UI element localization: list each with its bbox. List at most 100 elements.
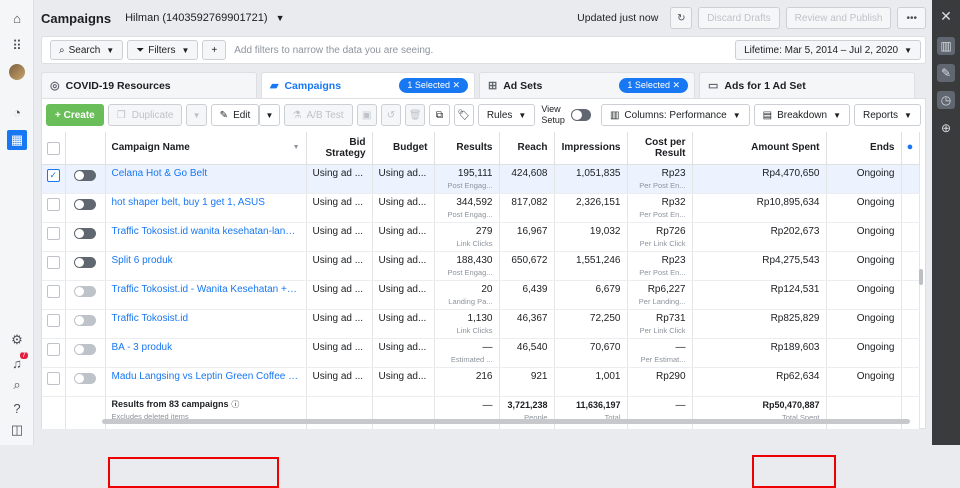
date-range-button[interactable]: Lifetime: Mar 5, 2014 – Jul 2, 2020 ▼ <box>735 40 921 60</box>
table-row[interactable]: Traffic Tokosist.id wanita kesehatan-lan… <box>42 222 920 252</box>
campaign-name-link[interactable]: Traffic Tokosist.id <box>105 309 307 339</box>
adsets-selected-pill[interactable]: 1 Selected ✕ <box>619 78 688 93</box>
campaign-toggle[interactable] <box>74 256 96 268</box>
gauge-icon[interactable]: ◔ <box>9 104 25 120</box>
discard-drafts-button[interactable]: Discard Drafts <box>698 7 780 29</box>
account-selector[interactable]: Hilman (1403592769901721) <box>125 12 268 24</box>
column-header-bid-strategy[interactable]: Bid Strategy <box>306 132 373 165</box>
column-header-budget[interactable]: Budget <box>372 132 435 165</box>
select-all-cell[interactable] <box>42 132 66 165</box>
campaign-toggle[interactable] <box>74 227 96 239</box>
close-icon[interactable]: ✕ <box>938 8 954 24</box>
delete-button[interactable]: 🗑 <box>405 104 426 126</box>
help-icon[interactable]: ? <box>9 400 25 416</box>
filters-button[interactable]: ⏷ Filters ▼ <box>127 40 199 60</box>
reach-cell: 650,672 <box>499 251 555 281</box>
refresh-button[interactable]: ↻ <box>670 7 693 29</box>
campaign-toggle[interactable] <box>74 372 96 384</box>
campaign-name-link[interactable]: Traffic Tokosist.id - Wanita Kesehatan +… <box>105 280 307 310</box>
edit-pencil-icon[interactable]: ✎ <box>937 64 955 82</box>
more-button[interactable]: ••• <box>897 7 926 29</box>
table-row[interactable]: Split 6 produk Using ad ... Using ad... 188… <box>42 251 920 281</box>
table-row[interactable]: BA - 3 produk Using ad ... Using ad... — Est… <box>42 338 920 368</box>
campaign-name-link[interactable]: Split 6 produk <box>105 251 307 281</box>
preview-button[interactable]: ⧉ <box>429 104 450 126</box>
vertical-scrollbar[interactable] <box>919 269 923 285</box>
view-setup-label: View Setup <box>541 104 565 125</box>
budget-cell: Using ad... <box>372 251 435 281</box>
campaign-name-link[interactable]: hot shaper belt, buy 1 get 1, ASUS <box>105 193 307 223</box>
review-publish-button[interactable]: Review and Publish <box>785 7 892 29</box>
rules-button[interactable]: Rules ▼ <box>477 104 536 126</box>
campaign-toggle[interactable] <box>74 198 96 210</box>
duplicate-button[interactable]: ❐ Duplicate <box>107 104 183 126</box>
select-all-checkbox[interactable] <box>46 141 60 155</box>
sort-icon[interactable]: ▼ <box>293 142 300 153</box>
tab-ads[interactable]: ▭ Ads for 1 Ad Set <box>699 72 915 98</box>
ab-test-button[interactable]: ⚗ A/B Test <box>283 104 353 126</box>
table-row[interactable]: Traffic Tokosist.id Using ad ... Using ad.… <box>42 309 920 339</box>
row-checkbox[interactable] <box>46 197 60 211</box>
row-checkbox[interactable] <box>46 226 60 240</box>
campaign-toggle[interactable] <box>74 169 96 181</box>
column-header-impressions[interactable]: Impressions <box>554 132 628 165</box>
refresh-status-button[interactable]: ↺ <box>380 104 402 126</box>
row-checkbox[interactable] <box>46 313 60 327</box>
column-header-ends[interactable]: Ends <box>826 132 902 165</box>
edit-dropdown[interactable]: ▼ <box>259 104 280 126</box>
campaigns-selected-pill[interactable]: 1 Selected ✕ <box>399 78 468 93</box>
table-row[interactable]: ✓ Celana Hot & Go Belt Using ad ... Using a… <box>42 164 920 194</box>
filter-placeholder[interactable]: Add filters to narrow the data you are s… <box>234 45 731 56</box>
reports-button[interactable]: Reports ▼ <box>854 104 921 126</box>
tab-campaigns[interactable]: ▰ Campaigns 1 Selected ✕ <box>261 72 475 98</box>
campaign-toggle[interactable] <box>74 314 96 326</box>
table-row[interactable]: Traffic Tokosist.id - Wanita Kesehatan +… <box>42 280 920 310</box>
column-header-reach[interactable]: Reach <box>499 132 555 165</box>
search-icon[interactable]: ⌕ <box>9 377 25 393</box>
edit-button[interactable]: ✎ Edit <box>210 104 260 126</box>
info-icon[interactable]: ⓘ <box>231 400 239 409</box>
apps-grid-icon[interactable]: ⠿ <box>9 38 25 54</box>
chevron-down-icon[interactable]: ▼ <box>276 13 285 23</box>
row-checkbox[interactable] <box>46 371 60 385</box>
breakdown-button[interactable]: ▤ Breakdown ▼ <box>753 104 851 126</box>
view-setup-toggle[interactable] <box>570 109 591 121</box>
table-row[interactable]: Madu Langsing vs Leptin Green Coffee 100… <box>42 367 920 397</box>
campaigns-table-icon[interactable]: ▦ <box>7 130 27 150</box>
tag-button[interactable]: 🏷 <box>453 104 474 126</box>
add-filter-button[interactable]: + <box>202 40 227 60</box>
column-header-amount-spent[interactable]: Amount Spent <box>692 132 827 165</box>
row-checkbox[interactable]: ✓ <box>46 168 60 182</box>
zoom-icon[interactable]: ⊕ <box>938 120 954 136</box>
campaign-name-link[interactable]: BA - 3 produk <box>105 338 307 368</box>
column-header-campaign-name[interactable]: Campaign Name ▼ <box>105 132 307 165</box>
highlight-box-totals-label <box>108 457 279 488</box>
settings-gear-icon[interactable]: ⚙ <box>9 332 25 348</box>
search-button[interactable]: ⌕ Search ▼ <box>50 40 124 60</box>
panel-toggle-icon[interactable]: ◫ <box>9 422 25 438</box>
column-header-cost-per-result[interactable]: Cost per Result <box>627 132 693 165</box>
avatar[interactable] <box>9 64 25 80</box>
campaign-toggle[interactable] <box>74 285 96 297</box>
archive-button[interactable]: ▣ <box>356 104 377 126</box>
chart-icon[interactable]: ▥ <box>937 37 955 55</box>
row-checkbox[interactable] <box>46 342 60 356</box>
columns-button[interactable]: ▥ Columns: Performance ▼ <box>600 104 750 126</box>
history-clock-icon[interactable]: ◷ <box>937 91 955 109</box>
add-column-icon[interactable]: ● <box>901 132 920 165</box>
row-checkbox[interactable] <box>46 255 60 269</box>
campaign-name-link[interactable]: Traffic Tokosist.id wanita kesehatan-lan… <box>105 222 307 252</box>
campaign-name-link[interactable]: Madu Langsing vs Leptin Green Coffee 100… <box>105 367 307 397</box>
table-row[interactable]: hot shaper belt, buy 1 get 1, ASUS Using … <box>42 193 920 223</box>
tab-ad-sets[interactable]: ⊞ Ad Sets 1 Selected ✕ <box>479 72 695 98</box>
row-checkbox[interactable] <box>46 284 60 298</box>
horizontal-scrollbar[interactable] <box>102 419 910 424</box>
home-icon[interactable]: ⌂ <box>9 10 25 26</box>
create-button[interactable]: + Create <box>46 104 104 126</box>
filter-icon: ⏷ <box>136 44 145 56</box>
campaign-name-link[interactable]: Celana Hot & Go Belt <box>105 164 307 194</box>
tab-covid-resources[interactable]: ◎ COVID-19 Resources <box>41 72 257 98</box>
campaign-toggle[interactable] <box>74 343 96 355</box>
duplicate-dropdown[interactable]: ▼ <box>186 104 207 126</box>
column-header-results[interactable]: Results <box>434 132 500 165</box>
